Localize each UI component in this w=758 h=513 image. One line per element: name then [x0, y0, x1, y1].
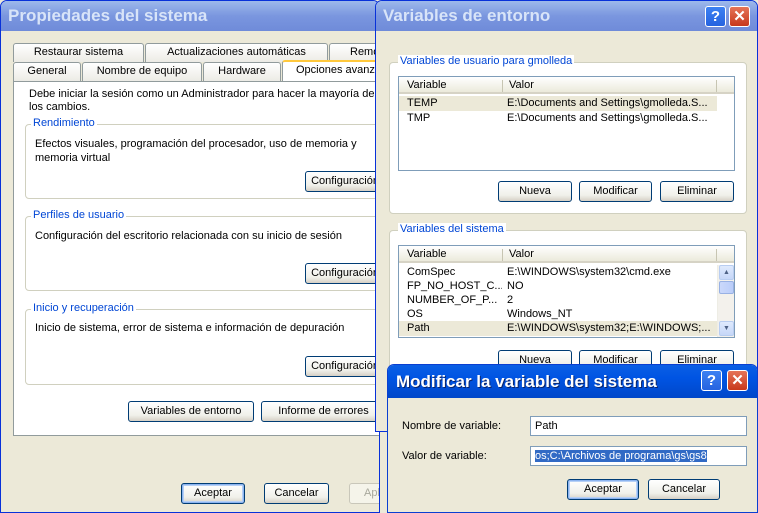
- col-variable-header[interactable]: Variable: [407, 79, 447, 91]
- user-variables-header: Variable Valor: [399, 77, 734, 94]
- user-delete-button[interactable]: Eliminar: [660, 181, 734, 202]
- startup-recovery-settings-button[interactable]: Configuración: [305, 356, 379, 377]
- user-profiles-group-title: Perfiles de usuario: [31, 209, 127, 221]
- variable-name-input[interactable]: Path: [530, 416, 747, 436]
- edit-cancel-button[interactable]: Cancelar: [648, 479, 720, 500]
- props-cancel-button[interactable]: Cancelar: [264, 483, 329, 504]
- variable-value: E:\WINDOWS\system32\cmd.exe: [507, 266, 671, 278]
- variable-value: E:\Documents and Settings\gmolleda.S...: [507, 112, 708, 124]
- system-variables-group-title: Variables del sistema: [398, 223, 506, 235]
- env-help-button[interactable]: ?: [705, 6, 726, 27]
- tab-nombre-de-equipo[interactable]: Nombre de equipo: [82, 62, 202, 81]
- environment-variables-button[interactable]: Variables de entorno: [128, 401, 254, 422]
- variable-name: ComSpec: [407, 266, 456, 278]
- col-value-header[interactable]: Valor: [509, 79, 534, 91]
- system-properties-window: Propiedades del sistema Restaurar sistem…: [0, 0, 380, 513]
- variable-name: FP_NO_HOST_C...: [407, 280, 502, 292]
- system-properties-title: Propiedades del sistema: [8, 6, 208, 25]
- variable-value: E:\Documents and Settings\gmolleda.S...: [507, 97, 708, 109]
- user-new-button[interactable]: Nueva: [498, 181, 572, 202]
- user-profiles-description: Configuración del escritorio relacionada…: [35, 230, 342, 242]
- variable-value: Windows_NT: [507, 308, 573, 320]
- list-item[interactable]: TMP E:\Documents and Settings\gmolleda.S…: [399, 111, 717, 126]
- header-separator: [502, 80, 503, 92]
- scrollbar-thumb[interactable]: [719, 281, 734, 294]
- user-profiles-settings-button[interactable]: Configuración: [305, 263, 379, 284]
- variable-value-input[interactable]: os;C:\Archivos de programa\gs\gs8: [530, 446, 747, 466]
- header-separator: [716, 80, 717, 92]
- variable-value: 2: [507, 294, 514, 306]
- performance-group-title: Rendimiento: [31, 117, 97, 129]
- header-separator: [716, 249, 717, 261]
- system-variables-header: Variable Valor: [399, 246, 734, 263]
- startup-recovery-group-title: Inicio y recuperación: [31, 302, 136, 314]
- scroll-up-arrow-icon[interactable]: ▲: [719, 265, 734, 280]
- variable-name: TMP: [407, 112, 431, 124]
- edit-variable-title: Modificar la variable del sistema: [396, 372, 657, 391]
- startup-recovery-description: Inicio de sistema, error de sistema e in…: [35, 322, 345, 334]
- tab-general[interactable]: General: [13, 62, 81, 81]
- list-item[interactable]: OS Windows_NT: [399, 307, 717, 322]
- props-ok-button[interactable]: Aceptar: [181, 483, 245, 504]
- variable-name: Path: [407, 322, 430, 334]
- user-variables-group-title: Variables de usuario para gmolleda: [398, 55, 575, 67]
- system-variables-list[interactable]: Variable Valor ComSpec E:\WINDOWS\system…: [398, 245, 735, 338]
- environment-variables-titlebar[interactable]: Variables de entorno: [376, 1, 757, 31]
- variable-value-label: Valor de variable:: [402, 450, 487, 462]
- edit-ok-button[interactable]: Aceptar: [567, 479, 639, 500]
- user-variables-list[interactable]: Variable Valor TEMP E:\Documents and Set…: [398, 76, 735, 171]
- edit-close-button[interactable]: ✕: [727, 370, 748, 391]
- col-variable-header[interactable]: Variable: [407, 248, 447, 260]
- list-item-selected[interactable]: Path E:\WINDOWS\system32;E:\WINDOWS;...: [399, 321, 717, 336]
- variable-name: OS: [407, 308, 423, 320]
- variable-name: NUMBER_OF_P...: [407, 294, 498, 306]
- header-separator: [502, 249, 503, 261]
- variable-name-label: Nombre de variable:: [402, 420, 502, 432]
- list-item[interactable]: TEMP E:\Documents and Settings\gmolleda.…: [399, 96, 717, 111]
- system-variables-scrollbar[interactable]: ▲ ▼: [717, 265, 734, 337]
- tab-restaurar-sistema[interactable]: Restaurar sistema: [13, 43, 144, 62]
- variable-value: NO: [507, 280, 524, 292]
- performance-description: Efectos visuales, programación del proce…: [35, 138, 357, 164]
- list-item[interactable]: ComSpec E:\WINDOWS\system32\cmd.exe: [399, 265, 717, 280]
- variable-value-selected-text: os;C:\Archivos de programa\gs\gs8: [535, 450, 707, 462]
- variable-name: TEMP: [407, 97, 438, 109]
- scroll-down-arrow-icon[interactable]: ▼: [719, 321, 734, 336]
- system-properties-titlebar[interactable]: Propiedades del sistema: [1, 1, 379, 31]
- col-value-header[interactable]: Valor: [509, 248, 534, 260]
- tab-hardware[interactable]: Hardware: [203, 62, 281, 81]
- env-close-button[interactable]: ✕: [729, 6, 750, 27]
- performance-settings-button[interactable]: Configuración: [305, 171, 379, 192]
- list-item[interactable]: NUMBER_OF_P... 2: [399, 293, 717, 308]
- list-item[interactable]: FP_NO_HOST_C... NO: [399, 279, 717, 294]
- environment-variables-title: Variables de entorno: [383, 6, 551, 25]
- variable-value: E:\WINDOWS\system32;E:\WINDOWS;...: [507, 322, 711, 334]
- error-reporting-button[interactable]: Informe de errores: [261, 401, 379, 422]
- edit-system-variable-dialog: Modificar la variable del sistema ? ✕ No…: [387, 364, 758, 513]
- edit-help-button[interactable]: ?: [701, 370, 722, 391]
- user-edit-button[interactable]: Modificar: [579, 181, 652, 202]
- props-apply-button: Aplic: [349, 483, 379, 504]
- intro-text: Debe iniciar la sesión como un Administr…: [29, 88, 375, 113]
- tab-opciones-avanzadas[interactable]: Opciones avanza: [282, 60, 379, 81]
